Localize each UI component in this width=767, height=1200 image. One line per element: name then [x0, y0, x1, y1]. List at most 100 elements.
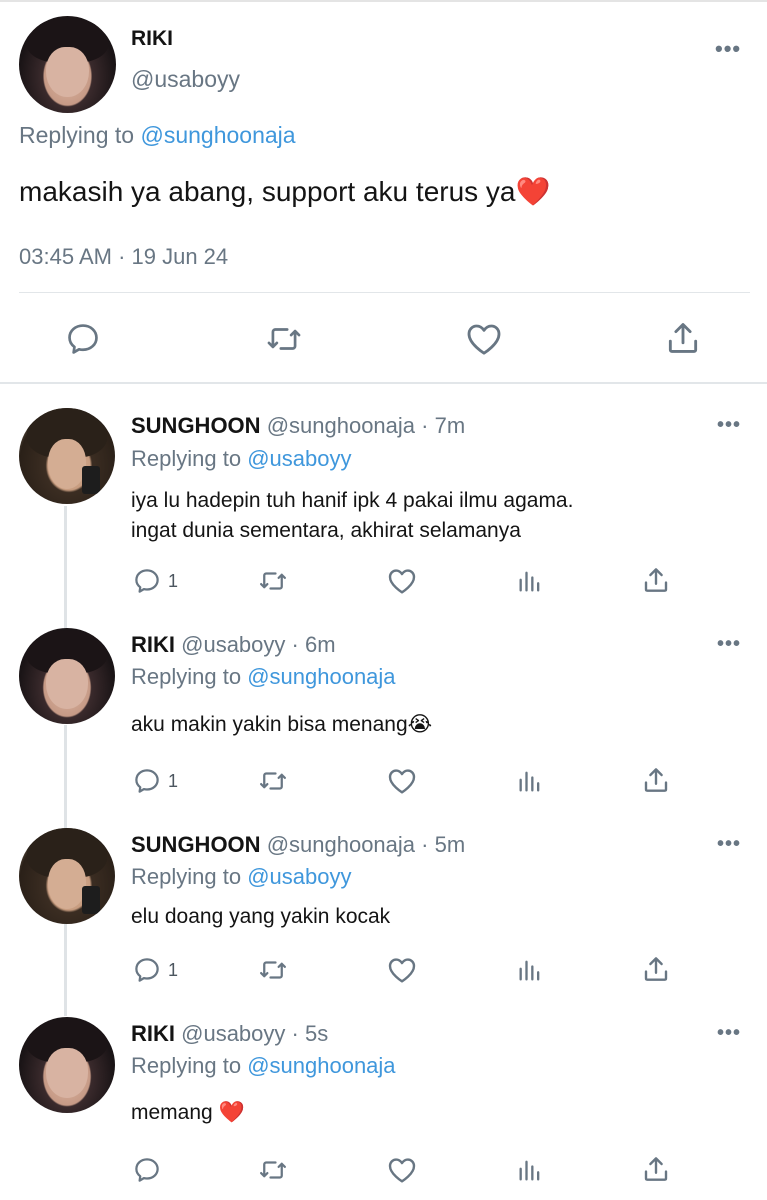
- more-options-button[interactable]: •••: [717, 1022, 741, 1045]
- display-name[interactable]: RIKI: [131, 1021, 175, 1046]
- tweet-text: makasih ya abang, support aku terus ya❤️: [19, 175, 550, 208]
- reply-button[interactable]: 1: [132, 566, 178, 596]
- analytics-button[interactable]: [516, 955, 544, 985]
- like-button[interactable]: [464, 319, 504, 359]
- reply-time[interactable]: · 7m: [421, 413, 465, 438]
- reply-text-line: aku makin yakin bisa menang: [131, 713, 408, 736]
- reply-count: 1: [168, 770, 179, 791]
- reply-icon: [135, 569, 159, 593]
- more-options-button[interactable]: •••: [717, 633, 741, 656]
- tweet-text-body: makasih ya abang, support aku terus ya: [19, 176, 516, 207]
- retweet-button[interactable]: [257, 1155, 289, 1185]
- heart-icon: [388, 569, 416, 594]
- analytics-button[interactable]: [516, 766, 544, 796]
- username[interactable]: @usaboyy: [131, 66, 240, 93]
- replying-to-link[interactable]: @sunghoonaja: [140, 122, 295, 148]
- retweet-icon: [260, 772, 286, 790]
- retweet-icon: [267, 328, 301, 350]
- replying-to-link[interactable]: @sunghoonaja: [247, 664, 395, 689]
- heart-emoji: ❤️: [218, 1101, 245, 1124]
- like-button[interactable]: [386, 765, 418, 797]
- replying-to-label: Replying to: [19, 122, 135, 148]
- share-button[interactable]: [664, 318, 702, 358]
- analytics-button[interactable]: [516, 566, 544, 596]
- replying-to-label: Replying to: [131, 1053, 242, 1078]
- reply-text: aku makin yakin bisa menang😭: [131, 712, 432, 737]
- share-button[interactable]: [641, 564, 671, 596]
- display-name[interactable]: SUNGHOON: [131, 832, 261, 857]
- reply-icon: [135, 958, 159, 982]
- replying-to-link[interactable]: @sunghoonaja: [247, 1053, 395, 1078]
- divider: [19, 292, 750, 293]
- like-button[interactable]: [386, 954, 418, 986]
- username[interactable]: @usaboyy: [181, 632, 285, 657]
- avatar[interactable]: [19, 16, 116, 113]
- retweet-icon: [260, 961, 286, 979]
- reply-icon: [68, 324, 98, 354]
- retweet-button[interactable]: [264, 320, 304, 358]
- more-options-button[interactable]: •••: [715, 36, 741, 62]
- reply-count: 1: [168, 570, 179, 591]
- analytics-icon: [519, 960, 540, 981]
- retweet-button[interactable]: [257, 955, 289, 985]
- avatar[interactable]: [19, 828, 115, 924]
- display-name[interactable]: RIKI: [131, 27, 173, 51]
- replying-to-link[interactable]: @usaboyy: [247, 446, 351, 471]
- reply-text: memang ❤️: [131, 1101, 245, 1125]
- share-icon: [644, 768, 668, 792]
- retweet-button[interactable]: [257, 566, 289, 596]
- share-button[interactable]: [641, 953, 671, 985]
- avatar[interactable]: [19, 1017, 115, 1113]
- reply-time[interactable]: · 6m: [292, 632, 336, 657]
- heart-icon: [388, 958, 416, 983]
- username[interactable]: @usaboyy: [181, 1021, 285, 1046]
- reply-header: SUNGHOON @sunghoonaja · 5m: [131, 832, 465, 858]
- heart-emoji: ❤️: [515, 176, 551, 207]
- more-options-button[interactable]: •••: [717, 833, 741, 856]
- reply-text: iya lu hadepin tuh hanif ipk 4 pakai ilm…: [131, 486, 573, 546]
- replying-to-label: Replying to: [131, 664, 242, 689]
- replying-to-line: Replying to @sunghoonaja: [131, 1053, 396, 1079]
- replying-to-label: Replying to: [131, 446, 242, 471]
- reply-button[interactable]: [64, 320, 102, 358]
- analytics-icon: [519, 571, 540, 592]
- reply-header: RIKI @usaboyy · 6m: [131, 632, 336, 658]
- replying-to-line: Replying to @sunghoonaja: [19, 122, 296, 149]
- section-divider: [0, 382, 767, 384]
- share-button[interactable]: [641, 1153, 671, 1185]
- share-icon: [668, 323, 698, 353]
- reply-button[interactable]: 1: [132, 955, 178, 985]
- avatar[interactable]: [19, 408, 115, 504]
- reply-count: 1: [168, 959, 179, 980]
- replying-to-line: Replying to @sunghoonaja: [131, 664, 396, 690]
- username[interactable]: @sunghoonaja: [267, 413, 415, 438]
- replying-to-line: Replying to @usaboyy: [131, 864, 351, 890]
- thread-line: [64, 725, 67, 828]
- avatar[interactable]: [19, 628, 115, 724]
- reply-icon: [135, 769, 159, 793]
- display-name[interactable]: RIKI: [131, 632, 175, 657]
- top-border: [0, 0, 767, 2]
- retweet-button[interactable]: [257, 766, 289, 796]
- reply-text-line: memang: [131, 1101, 213, 1124]
- share-button[interactable]: [641, 764, 671, 796]
- analytics-button[interactable]: [516, 1155, 544, 1185]
- reply-time[interactable]: · 5s: [292, 1021, 329, 1046]
- tweet-timestamp[interactable]: 03:45 AM · 19 Jun 24: [19, 244, 228, 270]
- like-button[interactable]: [386, 565, 418, 597]
- crying-emoji: 😭: [407, 713, 433, 736]
- replying-to-label: Replying to: [131, 864, 242, 889]
- reply-text-line: ingat dunia sementara, akhirat selamanya: [131, 519, 521, 542]
- replying-to-link[interactable]: @usaboyy: [247, 864, 351, 889]
- reply-button[interactable]: [132, 1155, 162, 1185]
- display-name[interactable]: SUNGHOON: [131, 413, 261, 438]
- share-icon: [644, 1157, 668, 1181]
- thread-line: [64, 924, 67, 1016]
- retweet-icon: [260, 1161, 286, 1179]
- username[interactable]: @sunghoonaja: [267, 832, 415, 857]
- reply-button[interactable]: 1: [132, 766, 178, 796]
- like-button[interactable]: [386, 1154, 418, 1186]
- more-options-button[interactable]: •••: [717, 414, 741, 437]
- analytics-icon: [519, 771, 540, 792]
- reply-time[interactable]: · 5m: [421, 832, 465, 857]
